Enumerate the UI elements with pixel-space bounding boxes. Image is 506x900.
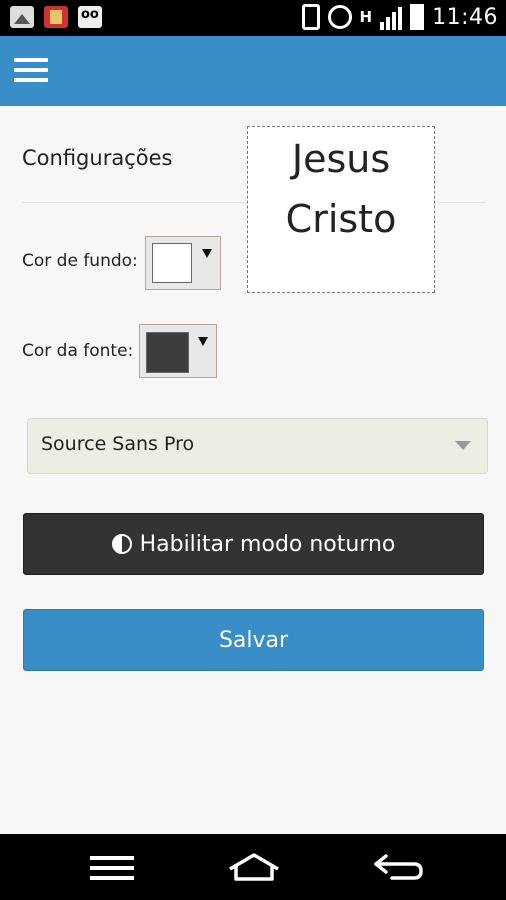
font-color-picker[interactable] [139,324,217,378]
network-h-icon: H [359,8,373,26]
page-title: Configurações [22,146,173,170]
alarm-icon [327,5,352,29]
save-label: Salvar [218,627,289,653]
voicemail-icon [78,6,102,28]
chevron-down-icon [455,441,471,450]
back-icon[interactable] [372,852,424,882]
background-color-picker[interactable] [145,236,221,290]
background-color-swatch [152,243,192,283]
text-preview: Jesus Cristo [247,126,435,293]
font-family-select[interactable]: Source Sans Pro [27,418,488,474]
gallery-icon [10,6,34,28]
font-color-swatch [146,332,189,373]
dropdown-arrow-icon [202,249,212,258]
contrast-icon [111,534,132,554]
status-left-icons [10,6,102,28]
dropdown-arrow-icon [198,337,208,346]
night-mode-button[interactable]: Habilitar modo noturno [23,513,484,575]
status-right-icons: H 11:46 [301,4,498,30]
phone-vibrate-icon [301,4,320,30]
battery-icon [410,4,425,30]
home-icon[interactable] [227,852,281,882]
font-family-value: Source Sans Pro [41,433,195,455]
status-bar: H 11:46 [0,0,506,36]
hamburger-menu-icon[interactable] [14,58,48,86]
app-header [0,36,506,106]
preview-line-2: Cristo [285,197,397,241]
preview-line-1: Jesus [291,137,391,181]
status-time: 11:46 [432,4,498,30]
font-color-label: Cor da fonte: [22,341,134,361]
navigation-bar [0,834,506,900]
save-button[interactable]: Salvar [23,609,484,671]
background-color-label: Cor de fundo: [22,251,138,271]
menu-icon[interactable] [90,856,134,880]
signal-icon [380,4,403,30]
night-mode-label: Habilitar modo noturno [139,531,396,557]
book-app-icon [44,6,68,28]
